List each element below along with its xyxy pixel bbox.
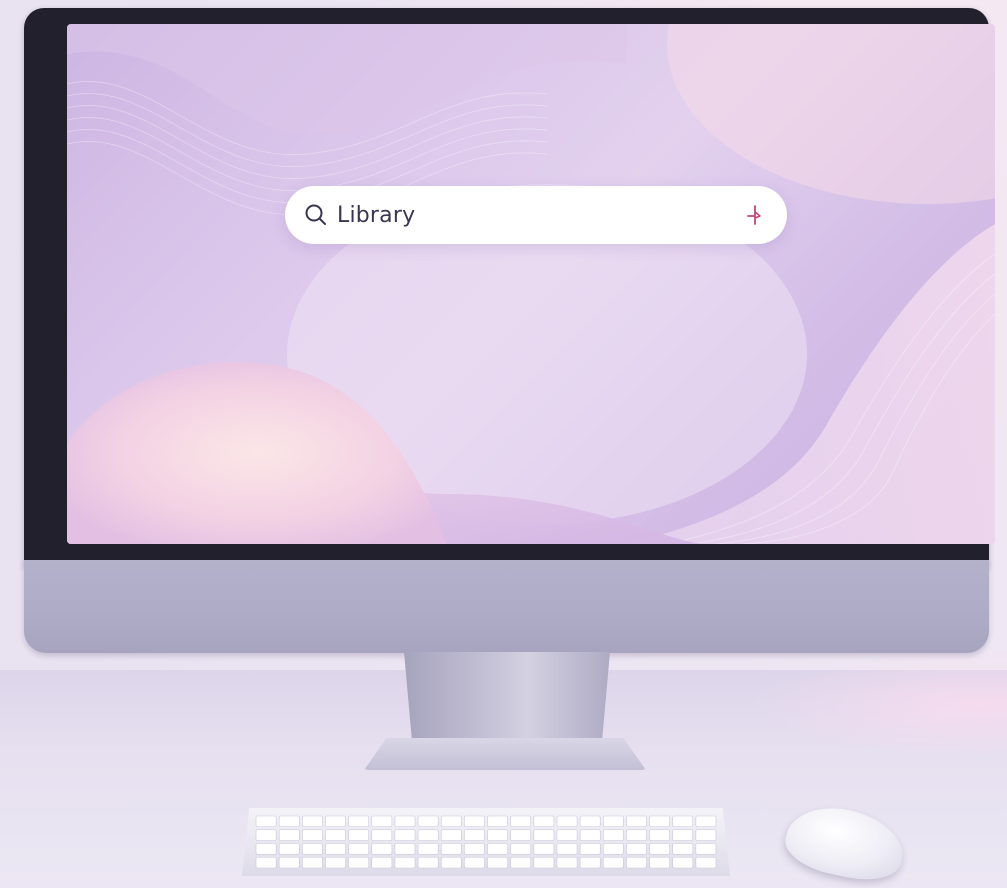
keyboard-key[interactable] [278, 856, 300, 869]
keyboard-key[interactable] [602, 843, 624, 855]
keyboard-key[interactable] [533, 815, 555, 828]
keyboard-key[interactable] [626, 829, 647, 841]
monitor-bezel: Library [24, 8, 995, 566]
monitor-stand-base [364, 738, 646, 770]
monitor-screen: Library [67, 24, 995, 544]
keyboard-key[interactable] [695, 856, 717, 869]
keyboard-key[interactable] [301, 843, 323, 855]
keyboard-key[interactable] [487, 829, 508, 841]
keyboard-key[interactable] [371, 843, 393, 855]
desk-light-glow [747, 650, 1007, 760]
keyboard-key[interactable] [278, 843, 300, 855]
keyboard-key[interactable] [255, 843, 277, 855]
keyboard-key[interactable] [510, 856, 532, 869]
keyboard-key[interactable] [325, 815, 346, 828]
keyboard-key[interactable] [602, 815, 624, 828]
keyboard-key[interactable] [602, 829, 624, 841]
keyboard-key[interactable] [602, 856, 624, 869]
keyboard-key[interactable] [626, 856, 647, 869]
keyboard-key[interactable] [394, 843, 416, 855]
keyboard-key[interactable] [440, 815, 462, 828]
keyboard-key[interactable] [695, 815, 717, 828]
keyboard-key[interactable] [556, 829, 578, 841]
keyboard-key[interactable] [348, 856, 370, 869]
keyboard-keys [255, 815, 717, 869]
sparkle-icon[interactable] [743, 203, 767, 227]
keyboard-key[interactable] [301, 815, 323, 828]
monitor-stand-neck [404, 652, 610, 744]
keyboard-key[interactable] [695, 843, 717, 855]
search-bar[interactable]: Library [285, 186, 787, 244]
keyboard-key[interactable] [464, 856, 485, 869]
keyboard-key[interactable] [301, 829, 323, 841]
keyboard[interactable] [242, 808, 730, 876]
keyboard-key[interactable] [417, 843, 439, 855]
keyboard-key[interactable] [672, 815, 694, 828]
keyboard-key[interactable] [487, 815, 508, 828]
keyboard-key[interactable] [649, 829, 670, 841]
keyboard-key[interactable] [510, 815, 532, 828]
keyboard-key[interactable] [556, 815, 578, 828]
keyboard-key[interactable] [626, 815, 647, 828]
keyboard-key[interactable] [325, 829, 346, 841]
keyboard-key[interactable] [649, 815, 670, 828]
keyboard-key[interactable] [278, 829, 300, 841]
keyboard-key[interactable] [464, 843, 485, 855]
keyboard-key[interactable] [579, 815, 601, 828]
keyboard-key[interactable] [301, 856, 323, 869]
keyboard-key[interactable] [672, 856, 694, 869]
search-icon [303, 202, 329, 228]
keyboard-key[interactable] [348, 815, 370, 828]
keyboard-key[interactable] [325, 843, 346, 855]
keyboard-key[interactable] [440, 856, 462, 869]
keyboard-key[interactable] [579, 856, 601, 869]
keyboard-key[interactable] [556, 843, 578, 855]
keyboard-key[interactable] [649, 843, 670, 855]
keyboard-key[interactable] [510, 843, 532, 855]
keyboard-key[interactable] [371, 815, 393, 828]
keyboard-key[interactable] [672, 843, 694, 855]
keyboard-key[interactable] [649, 856, 670, 869]
keyboard-key[interactable] [487, 856, 508, 869]
keyboard-key[interactable] [556, 856, 578, 869]
wallpaper-curve-top [67, 24, 627, 135]
keyboard-key[interactable] [695, 829, 717, 841]
keyboard-key[interactable] [487, 843, 508, 855]
keyboard-key[interactable] [325, 856, 346, 869]
keyboard-key[interactable] [579, 829, 601, 841]
keyboard-key[interactable] [371, 829, 393, 841]
keyboard-key[interactable] [417, 856, 439, 869]
keyboard-key[interactable] [417, 815, 439, 828]
keyboard-key[interactable] [672, 829, 694, 841]
keyboard-key[interactable] [255, 815, 277, 828]
keyboard-key[interactable] [394, 829, 416, 841]
keyboard-key[interactable] [464, 829, 485, 841]
keyboard-key[interactable] [510, 829, 532, 841]
wallpaper-glow [667, 24, 995, 204]
keyboard-key[interactable] [348, 829, 370, 841]
keyboard-key[interactable] [579, 843, 601, 855]
keyboard-key[interactable] [533, 843, 555, 855]
keyboard-key[interactable] [394, 856, 416, 869]
keyboard-key[interactable] [464, 815, 485, 828]
keyboard-key[interactable] [348, 843, 370, 855]
keyboard-key[interactable] [394, 815, 416, 828]
wallpaper [67, 24, 995, 544]
keyboard-key[interactable] [533, 829, 555, 841]
keyboard-key[interactable] [440, 829, 462, 841]
keyboard-key[interactable] [278, 815, 300, 828]
keyboard-key[interactable] [626, 843, 647, 855]
search-input[interactable]: Library [337, 203, 743, 228]
monitor-chin [24, 560, 989, 653]
keyboard-key[interactable] [255, 829, 277, 841]
keyboard-key[interactable] [533, 856, 555, 869]
keyboard-key[interactable] [255, 856, 277, 869]
keyboard-key[interactable] [440, 843, 462, 855]
keyboard-key[interactable] [417, 829, 439, 841]
keyboard-key[interactable] [371, 856, 393, 869]
